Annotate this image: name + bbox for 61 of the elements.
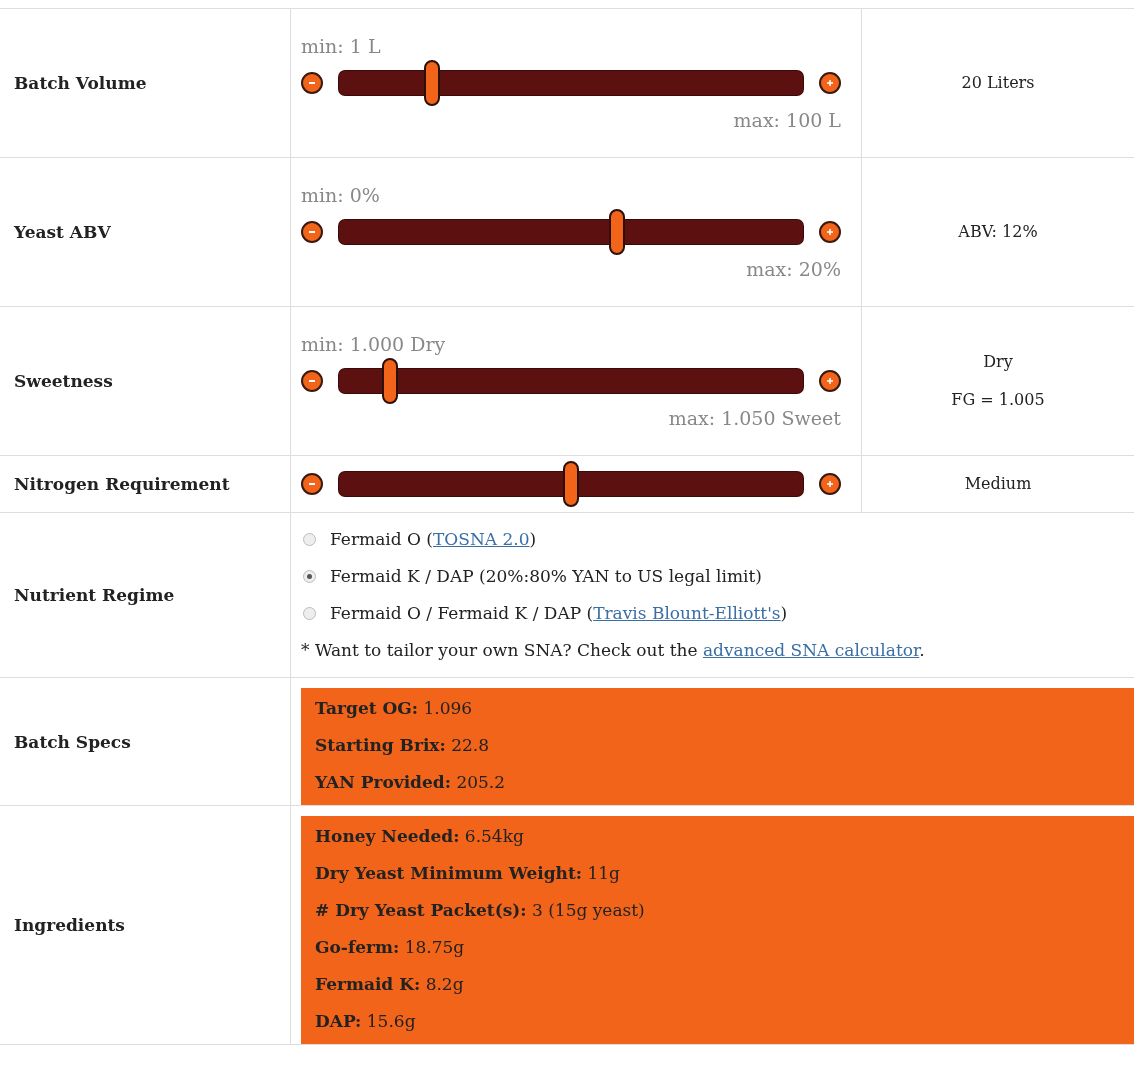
option-link[interactable]: TOSNA 2.0 — [433, 529, 530, 549]
min-label: min: 0% — [301, 183, 381, 208]
increase-button[interactable] — [819, 221, 841, 243]
minus-icon — [309, 82, 315, 84]
row-label: Nitrogen Requirement — [0, 455, 291, 513]
value-text: Medium — [963, 473, 1033, 495]
radio-button[interactable] — [303, 570, 316, 583]
result-line: Dry Yeast Minimum Weight: 11g — [315, 862, 621, 885]
increase-button[interactable] — [819, 370, 841, 392]
row-label: Sweetness — [0, 306, 291, 456]
slider[interactable] — [339, 358, 803, 404]
result-line: Honey Needed: 6.54kg — [315, 825, 525, 848]
max-label: max: 100 L — [732, 108, 841, 133]
min-label: min: 1.000 Dry — [301, 332, 447, 357]
plus-icon — [827, 481, 833, 487]
increase-button[interactable] — [819, 72, 841, 94]
result-line: # Dry Yeast Packet(s): 3 (15g yeast) — [315, 899, 646, 922]
increase-button[interactable] — [819, 473, 841, 495]
slider[interactable] — [339, 60, 803, 106]
radio-button[interactable] — [303, 607, 316, 620]
value-text: ABV: 12% — [957, 221, 1039, 243]
value-text: Dry — [982, 351, 1014, 373]
minus-icon — [309, 380, 315, 382]
row-label: Batch Specs — [0, 677, 291, 806]
option-label: Fermaid O / Fermaid K / DAP (Travis Blount-Elliott's) — [330, 602, 788, 625]
slider[interactable] — [339, 209, 803, 255]
slider-thumb[interactable] — [423, 60, 440, 106]
option-label: Fermaid O (TOSNA 2.0) — [330, 528, 537, 551]
decrease-button[interactable] — [301, 221, 323, 243]
radio-button[interactable] — [303, 533, 316, 546]
min-label: min: 1 L — [301, 34, 382, 59]
result-line: Target OG: 1.096 — [315, 697, 474, 720]
result-line: Fermaid K: 8.2g — [315, 973, 465, 996]
option-link[interactable]: Travis Blount-Elliott's — [593, 603, 781, 623]
slider-thumb[interactable] — [382, 358, 399, 404]
decrease-button[interactable] — [301, 370, 323, 392]
plus-icon — [827, 229, 833, 235]
slider-thumb[interactable] — [609, 209, 626, 255]
decrease-button[interactable] — [301, 473, 323, 495]
result-line: YAN Provided: 205.2 — [315, 771, 507, 794]
max-label: max: 20% — [745, 257, 841, 282]
note-text: * Want to tailor your own SNA? Check out the advanced SNA calculator. — [301, 639, 926, 662]
option-label: Fermaid K / DAP (20%:80% YAN to US legal limit) — [330, 565, 762, 588]
max-label: max: 1.050 Sweet — [667, 406, 841, 431]
minus-icon — [309, 483, 315, 485]
decrease-button[interactable] — [301, 72, 323, 94]
row-label: Ingredients — [0, 805, 291, 1045]
value-text: FG = 1.005 — [950, 389, 1046, 411]
slider[interactable] — [339, 461, 803, 507]
value-text: 20 Liters — [960, 72, 1036, 94]
plus-icon — [827, 80, 833, 86]
plus-icon — [827, 378, 833, 384]
minus-icon — [309, 231, 315, 233]
row-label: Batch Volume — [0, 8, 291, 158]
row-label: Nutrient Regime — [0, 512, 291, 678]
row-label: Yeast ABV — [0, 157, 291, 307]
result-line: DAP: 15.6g — [315, 1010, 417, 1033]
result-line: Go-ferm: 18.75g — [315, 936, 466, 959]
calculator-link[interactable]: advanced SNA calculator — [703, 640, 920, 660]
result-line: Starting Brix: 22.8 — [315, 734, 491, 757]
slider-thumb[interactable] — [563, 461, 579, 507]
